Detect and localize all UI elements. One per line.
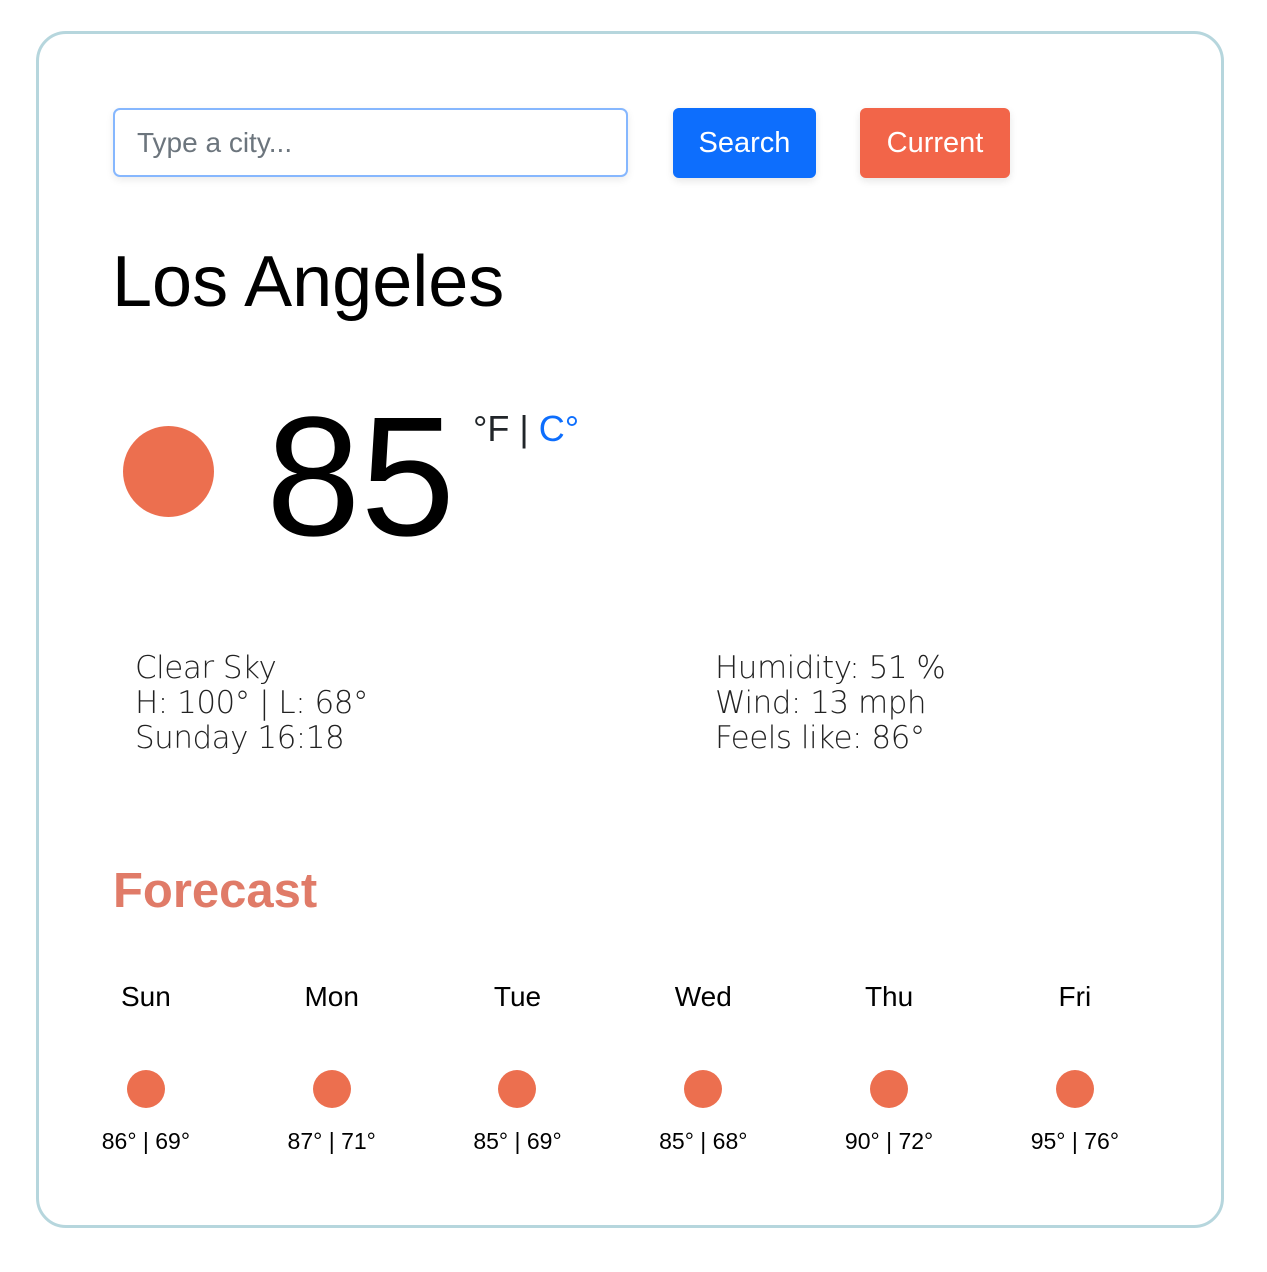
weather-description: Clear Sky <box>135 650 277 686</box>
celsius-link[interactable]: C° <box>539 408 579 449</box>
wind-speed: Wind: 13 mph <box>715 685 927 721</box>
feels-like: Feels like: 86° <box>715 720 925 756</box>
forecast-day-name: Mon <box>304 981 359 1012</box>
forecast-day-temps: 85° | 68° <box>659 1128 748 1154</box>
forecast-day-name: Thu <box>864 981 914 1012</box>
forecast-day-temps: 85° | 69° <box>473 1128 562 1154</box>
unit-toggle: °F | C° <box>473 411 579 447</box>
forecast-day: Wed 85° | 68° <box>610 980 796 1155</box>
current-location-button[interactable]: Current <box>860 108 1010 178</box>
sun-icon <box>498 1070 537 1108</box>
forecast-day-temps: 95° | 76° <box>1030 1128 1120 1154</box>
fahrenheit-link[interactable]: °F <box>473 408 509 449</box>
sun-icon <box>123 426 214 517</box>
forecast-day: Mon 87° | 71° <box>239 980 425 1155</box>
forecast-day-temps: 87° | 71° <box>287 1128 376 1154</box>
weather-details-right: Humidity: 51 % Wind: 13 mph Feels like: … <box>715 650 946 756</box>
forecast-day-temps: 86° | 69° <box>101 1128 191 1154</box>
forecast-day-name: Sun <box>120 981 171 1012</box>
high-low-temperature: H: 100° | L: 68° <box>135 685 368 721</box>
weather-details-left: Clear Sky H: 100° | L: 68° Sunday 16:18 <box>135 651 368 756</box>
city-name: Los Angeles <box>112 242 505 322</box>
sun-icon <box>870 1070 909 1108</box>
humidity: Humidity: 51 % <box>715 650 946 686</box>
date-time: Sunday 16:18 <box>135 720 345 756</box>
sun-icon <box>1055 1070 1094 1108</box>
forecast-day-name: Fri <box>1058 981 1092 1012</box>
unit-separator: | <box>519 408 529 449</box>
forecast-day: Tue 85° | 69° <box>425 980 611 1155</box>
city-search-input[interactable] <box>113 108 628 177</box>
current-temperature: 85 <box>266 382 456 572</box>
forecast-heading: Forecast <box>113 864 318 918</box>
forecast-day: Sun 86° | 69° <box>53 980 239 1155</box>
forecast-day-name: Tue <box>493 981 542 1012</box>
sun-icon <box>312 1070 351 1108</box>
forecast-list: Sun 86° | 69° Mon 87° | 71° Tue 85° | 69… <box>53 980 1168 1155</box>
forecast-day-temps: 90° | 72° <box>844 1128 934 1154</box>
forecast-day: Fri 95° | 76° <box>982 980 1168 1155</box>
sun-icon <box>126 1070 165 1108</box>
forecast-day: Thu 90° | 72° <box>796 980 982 1155</box>
search-button[interactable]: Search <box>673 108 816 178</box>
forecast-day-name: Wed <box>674 981 732 1012</box>
sun-icon <box>684 1070 723 1108</box>
